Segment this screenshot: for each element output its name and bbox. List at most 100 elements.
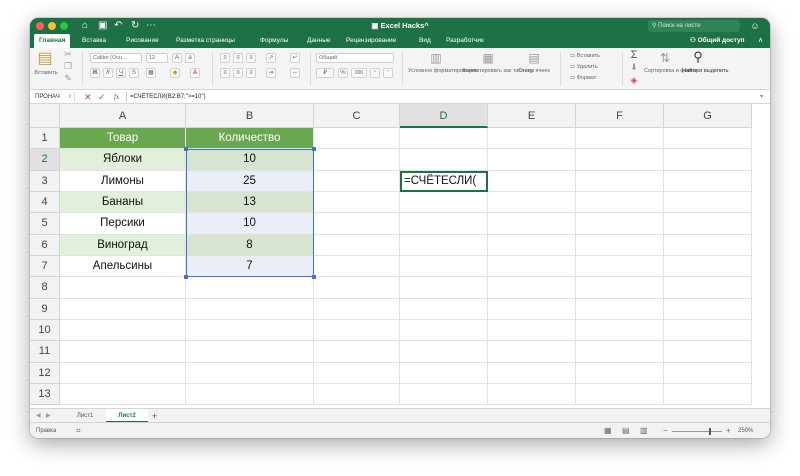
cell[interactable] — [664, 149, 752, 171]
cell[interactable] — [488, 383, 576, 406]
cell[interactable] — [314, 170, 400, 192]
align-right-icon[interactable]: ≡ — [246, 68, 256, 78]
cell[interactable] — [576, 277, 664, 299]
cell[interactable] — [488, 128, 576, 150]
merge-center-icon[interactable]: ⇔ — [290, 68, 300, 78]
cell[interactable] — [664, 234, 752, 256]
cell[interactable] — [186, 298, 314, 320]
align-center-icon[interactable]: ≡ — [233, 68, 243, 78]
cell[interactable] — [576, 255, 664, 278]
cell-styles-label[interactable]: Стили ячеек — [516, 68, 552, 74]
cut-icon[interactable]: ✂ — [62, 49, 74, 59]
cell[interactable] — [488, 170, 576, 192]
zoom-slider-thumb[interactable] — [709, 427, 712, 435]
row-header-7[interactable]: 7 — [30, 255, 60, 278]
shrink-font-icon[interactable]: a — [185, 53, 195, 63]
align-middle-icon[interactable]: ≡ — [233, 53, 243, 63]
row-header-4[interactable]: 4 — [30, 191, 60, 214]
format-cells-button[interactable]: ▭ Формат — [570, 75, 620, 81]
cell[interactable] — [664, 362, 752, 384]
thousands-button[interactable]: 000 — [351, 68, 367, 78]
cell[interactable] — [400, 255, 488, 278]
tab-page-layout[interactable]: Разметка страницы — [176, 34, 235, 48]
paste-icon[interactable]: ▤ — [36, 50, 54, 68]
active-cell-editor[interactable]: =СЧЁТЕСЛИ( — [400, 170, 488, 192]
cell[interactable] — [576, 191, 664, 214]
column-header-b[interactable]: B — [186, 104, 314, 128]
product-cell[interactable]: Яблоки — [60, 149, 186, 171]
cell[interactable] — [488, 234, 576, 256]
column-header-e[interactable]: E — [488, 104, 576, 128]
bold-button[interactable]: Ж — [90, 68, 100, 78]
cell[interactable] — [60, 298, 186, 320]
row-header-8[interactable]: 8 — [30, 277, 60, 299]
confirm-formula-icon[interactable]: ✓ — [98, 91, 106, 103]
cell[interactable] — [314, 149, 400, 171]
cell[interactable] — [314, 255, 400, 278]
table-header-product[interactable]: Товар — [60, 128, 186, 150]
conditional-format-label[interactable]: Условное форматирование — [408, 68, 478, 74]
page-layout-view-icon[interactable]: ▤ — [622, 423, 630, 438]
cell[interactable] — [314, 383, 400, 406]
sort-filter-icon[interactable]: ⇅ — [656, 51, 674, 65]
cell[interactable] — [664, 298, 752, 320]
copy-icon[interactable]: ❐ — [62, 61, 74, 71]
cell[interactable] — [400, 277, 488, 299]
cell[interactable] — [186, 319, 314, 342]
quantity-cell[interactable]: 8 — [186, 234, 314, 256]
italic-button[interactable]: К — [103, 68, 113, 78]
next-sheet-icon[interactable]: ▶ — [46, 409, 51, 423]
cell[interactable] — [60, 319, 186, 342]
cell[interactable] — [186, 341, 314, 363]
clear-icon[interactable]: ◈ — [628, 75, 640, 85]
cell[interactable] — [400, 191, 488, 214]
cell[interactable] — [576, 234, 664, 256]
zoom-slider[interactable] — [672, 427, 722, 435]
select-all-corner[interactable] — [30, 104, 60, 128]
zoom-out-icon[interactable]: − — [663, 423, 668, 438]
find-select-label[interactable]: Найти и выделить — [682, 68, 728, 74]
cell[interactable] — [488, 298, 576, 320]
cell[interactable] — [400, 383, 488, 406]
tab-insert[interactable]: Вставка — [82, 34, 106, 48]
cell[interactable] — [664, 191, 752, 214]
cell[interactable] — [664, 383, 752, 406]
cell[interactable] — [576, 298, 664, 320]
fill-color-icon[interactable]: ◆ — [170, 68, 180, 78]
cell[interactable] — [60, 277, 186, 299]
cell[interactable] — [314, 319, 400, 342]
cell[interactable] — [576, 383, 664, 406]
percent-button[interactable]: % — [338, 68, 348, 78]
quantity-cell[interactable]: 7 — [186, 255, 314, 278]
delete-cells-button[interactable]: ▭ Удалить — [570, 64, 620, 70]
cell[interactable] — [488, 191, 576, 214]
cell[interactable] — [314, 191, 400, 214]
quantity-cell[interactable]: 25 — [186, 170, 314, 192]
row-header-2[interactable]: 2 — [30, 149, 60, 171]
share-button[interactable]: ⚇ Общий доступ — [690, 34, 745, 48]
record-macro-icon[interactable]: ⌗ — [76, 423, 81, 438]
zoom-level[interactable]: 250% — [738, 423, 753, 438]
orientation-icon[interactable]: ↗ — [266, 53, 276, 63]
cell[interactable] — [488, 341, 576, 363]
cell-styles-icon[interactable]: ▤ — [522, 51, 546, 65]
align-left-icon[interactable]: ≡ — [220, 68, 230, 78]
insert-function-icon[interactable]: fx — [114, 91, 119, 103]
align-top-icon[interactable]: ≡ — [220, 53, 230, 63]
quantity-cell[interactable]: 10 — [186, 149, 314, 171]
cell[interactable] — [664, 170, 752, 192]
tab-developer[interactable]: Разработчик — [446, 34, 484, 48]
cell[interactable] — [664, 341, 752, 363]
sheet-tab-1[interactable]: Лист1 — [64, 409, 106, 423]
row-header-12[interactable]: 12 — [30, 362, 60, 384]
cell[interactable] — [314, 234, 400, 256]
product-cell[interactable]: Персики — [60, 213, 186, 235]
fill-down-icon[interactable]: ⬇ — [628, 62, 640, 72]
number-format-select[interactable]: Общий — [316, 53, 394, 63]
page-break-view-icon[interactable]: ▥ — [640, 423, 648, 438]
cell[interactable] — [664, 319, 752, 342]
cell[interactable] — [576, 128, 664, 150]
product-cell[interactable]: Виноград — [60, 234, 186, 256]
name-box[interactable]: ПРОНАЧ ⇕ — [33, 92, 75, 102]
cell[interactable] — [400, 319, 488, 342]
